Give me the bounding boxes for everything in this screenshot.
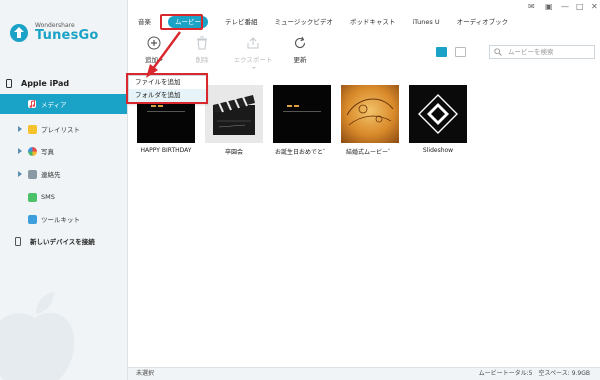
tab-audiobooks[interactable]: オーディオブック (457, 16, 509, 28)
brand-name: TunesGo (35, 28, 99, 43)
tab-itunes-u[interactable]: iTunes U (412, 16, 439, 28)
sidebar-item-photos[interactable]: 写真 (0, 141, 127, 161)
movie-item[interactable]: Slideshow (409, 85, 467, 154)
device-header[interactable]: Apple iPad (6, 79, 69, 88)
search-input[interactable]: ムービーを検索 (489, 45, 595, 59)
movie-title: 結婚式ムービー゛ (345, 149, 394, 156)
photos-icon (28, 146, 37, 156)
status-bar: 未選択 ムービートータル:5 空スペース: 9.9GB (128, 367, 600, 380)
export-label: エクスポート (233, 56, 273, 64)
maximize-icon[interactable]: □ (576, 2, 584, 11)
sidebar: Wondershare TunesGo Apple iPad メディア プレイリ… (0, 0, 128, 380)
minimize-icon[interactable]: — (561, 2, 569, 11)
movie-item[interactable]: お誕生日おめでと゛ (273, 85, 331, 156)
selection-status: 未選択 (136, 370, 155, 377)
storage-status: ムービートータル:5 空スペース: 9.9GB (478, 370, 590, 377)
search-placeholder: ムービーを検索 (508, 48, 554, 56)
movie-thumbnail (205, 85, 263, 143)
connect-new-device[interactable]: 新しいデバイスを接続 (15, 236, 95, 246)
sidebar-item-label: SMS (41, 193, 55, 201)
export-icon (247, 37, 259, 49)
sms-icon (28, 192, 37, 202)
movie-item[interactable]: 卒園会 (205, 85, 263, 156)
toolkit-icon (28, 214, 37, 224)
sidebar-item-toolkit[interactable]: ツールキット (0, 209, 127, 229)
sidebar-item-contacts[interactable]: 連絡先 (0, 164, 127, 184)
tab-podcasts[interactable]: ポッドキャスト (350, 16, 396, 28)
refresh-button[interactable]: 更新 (282, 36, 318, 64)
annotation-arrow-icon (146, 31, 181, 78)
sidebar-item-playlist[interactable]: プレイリスト (0, 119, 127, 139)
movie-thumbnail (409, 85, 467, 143)
search-icon (494, 48, 502, 56)
refresh-icon (294, 36, 306, 49)
grid-view-icon[interactable] (436, 47, 447, 57)
contacts-icon (28, 169, 37, 179)
movie-thumbnail (273, 85, 331, 143)
tab-music-videos[interactable]: ミュージックビデオ (275, 16, 333, 28)
sidebar-item-label: ツールキット (41, 216, 80, 224)
sidebar-item-sms[interactable]: SMS (0, 187, 127, 207)
tab-tv-shows[interactable]: テレビ番組 (225, 16, 258, 28)
device-icon (15, 236, 21, 246)
refresh-label: 更新 (293, 56, 307, 64)
movie-title: お誕生日おめでと゛ (274, 149, 329, 156)
playlist-icon (28, 124, 37, 134)
movie-title: HAPPY BIRTHDAY (140, 147, 192, 154)
list-view-icon[interactable] (455, 47, 466, 57)
movie-thumbnail (341, 85, 399, 143)
movie-title: Slideshow (422, 147, 454, 154)
app-logo: Wondershare TunesGo (9, 22, 99, 43)
export-button[interactable]: エクスポート (232, 36, 274, 72)
sidebar-item-label: 連絡先 (41, 171, 61, 179)
tunesgo-logo-icon (10, 23, 28, 42)
sidebar-item-media[interactable]: メディア (0, 94, 127, 114)
chevron-down-icon (251, 67, 256, 69)
movie-title: 卒園会 (224, 149, 243, 156)
feedback-icon[interactable]: ▣ (545, 2, 553, 11)
message-icon[interactable]: ✉ (528, 2, 535, 11)
sidebar-item-label: 写真 (41, 148, 54, 156)
sidebar-item-label: メディア (41, 101, 67, 109)
movie-item[interactable]: 結婚式ムービー゛ (341, 85, 399, 156)
sidebar-item-label: プレイリスト (41, 126, 80, 134)
music-note-icon (28, 100, 36, 108)
decorative-apple-icon (0, 292, 75, 380)
close-icon[interactable]: ✕ (591, 2, 598, 11)
device-name: Apple iPad (21, 79, 70, 88)
ipad-icon (6, 79, 12, 88)
expand-arrow-icon[interactable] (18, 171, 22, 177)
connect-new-device-label: 新しいデバイスを接続 (30, 238, 95, 246)
expand-arrow-icon[interactable] (18, 126, 22, 132)
expand-arrow-icon[interactable] (18, 148, 22, 154)
